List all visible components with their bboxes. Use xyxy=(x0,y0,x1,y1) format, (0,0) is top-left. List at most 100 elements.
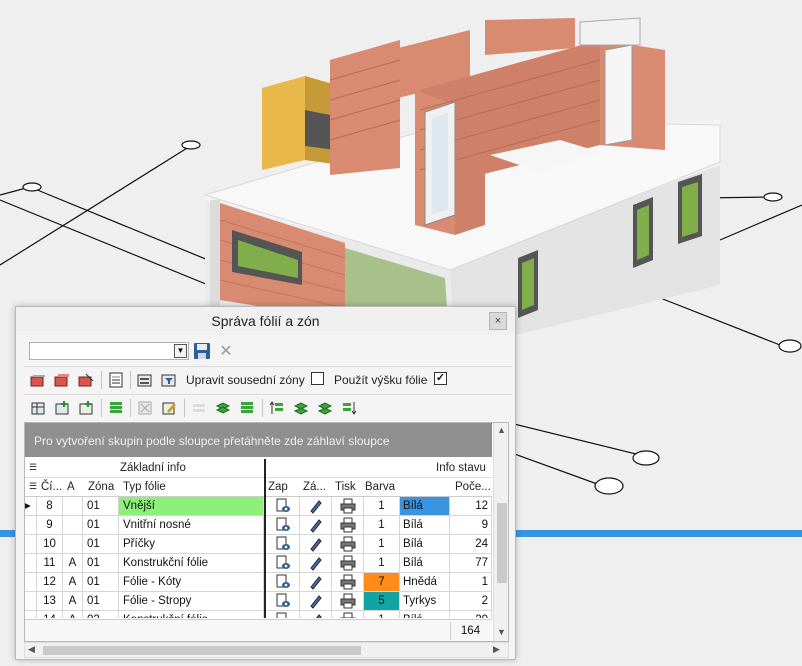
total-count: 164 xyxy=(450,622,490,640)
copy-layer-button[interactable] xyxy=(52,370,72,390)
col-zona[interactable]: Zóna xyxy=(88,481,114,493)
cell-barva-num: 1 xyxy=(364,611,400,618)
col-a[interactable]: A xyxy=(67,481,75,493)
layer-stack-button[interactable] xyxy=(106,398,126,418)
toolbar-layers: Upravit sousední zóny Použít výšku fólie… xyxy=(24,366,512,392)
scroll-left-icon[interactable]: ◀ xyxy=(28,644,35,655)
col-barva[interactable]: Barva xyxy=(365,481,395,493)
band-menu-icon[interactable]: ☰ xyxy=(29,462,37,473)
col-za[interactable]: Zá... xyxy=(303,481,326,493)
cell-za[interactable] xyxy=(300,497,332,515)
cell-barva-name: Hnědá xyxy=(400,573,450,591)
adjacent-zones-checkbox[interactable] xyxy=(311,372,324,385)
add-zone-button[interactable] xyxy=(52,398,72,418)
layer-off-button-disabled[interactable] xyxy=(189,398,209,418)
cell-cislo: 13 xyxy=(37,592,63,610)
layer-properties-button[interactable] xyxy=(135,370,155,390)
col-cislo[interactable]: Čí... xyxy=(41,481,62,493)
cell-barva-num: 7 xyxy=(364,573,400,591)
preset-select[interactable]: ▼ xyxy=(29,342,189,360)
layer-zone-manager-dialog: Správa fólií a zón × ▼ ✕ Upravit sousedn… xyxy=(15,306,516,660)
move-down-button[interactable] xyxy=(315,398,335,418)
cell-za[interactable] xyxy=(300,592,332,610)
move-bottom-button[interactable] xyxy=(339,398,359,418)
cell-a xyxy=(63,535,83,553)
scroll-up-icon[interactable]: ▲ xyxy=(497,425,506,435)
cell-zap[interactable] xyxy=(266,611,300,618)
move-up-button[interactable] xyxy=(291,398,311,418)
horizontal-scroll-thumb[interactable] xyxy=(43,646,361,655)
printer-icon xyxy=(340,593,356,609)
layers-on-button[interactable] xyxy=(213,398,233,418)
cell-tisk[interactable] xyxy=(332,592,364,610)
save-icon[interactable] xyxy=(193,342,211,360)
remove-button-disabled[interactable] xyxy=(135,398,155,418)
col-tisk[interactable]: Tisk xyxy=(335,481,356,493)
table-row[interactable]: ▸ 8 01 Vnější 1 Bílá 12 xyxy=(25,497,492,516)
move-top-button[interactable] xyxy=(267,398,287,418)
cell-za[interactable] xyxy=(300,611,332,618)
cell-zap[interactable] xyxy=(266,535,300,553)
cell-za[interactable] xyxy=(300,573,332,591)
cell-za[interactable] xyxy=(300,535,332,553)
layers-all-button[interactable] xyxy=(237,398,257,418)
close-button[interactable]: × xyxy=(489,312,507,330)
layer-filter-button[interactable] xyxy=(159,370,179,390)
table-row[interactable]: 10 01 Příčky 1 Bílá 24 xyxy=(25,535,492,554)
zone-table-button[interactable] xyxy=(28,398,48,418)
vertical-scroll-thumb[interactable] xyxy=(497,503,507,583)
table-row[interactable]: 12 A 01 Fólie - Kóty 7 Hnědá 1 xyxy=(25,573,492,592)
table-row[interactable]: 9 01 Vnitřní nosné 1 Bílá 9 xyxy=(25,516,492,535)
row-indicator xyxy=(25,516,37,534)
column-menu-icon[interactable]: ☰ xyxy=(29,481,37,492)
horizontal-scrollbar[interactable]: ◀ ▶ xyxy=(24,642,509,658)
cell-zap[interactable] xyxy=(266,554,300,572)
cell-zap[interactable] xyxy=(266,516,300,534)
printer-icon xyxy=(340,555,356,571)
group-by-panel[interactable]: Pro vytvoření skupin podle sloupce přetá… xyxy=(25,423,492,457)
cell-tisk[interactable] xyxy=(332,554,364,572)
cell-tisk[interactable] xyxy=(332,611,364,618)
cell-cislo: 9 xyxy=(37,516,63,534)
table-row[interactable]: 11 A 01 Konstrukční fólie 1 Bílá 77 xyxy=(25,554,492,573)
table-row[interactable]: 13 A 01 Fólie - Stropy 5 Tyrkys 2 xyxy=(25,592,492,611)
pen-icon xyxy=(310,576,322,590)
layer-list-button[interactable] xyxy=(106,370,126,390)
cell-pocet: 9 xyxy=(450,516,492,534)
scroll-down-icon[interactable]: ▼ xyxy=(497,627,506,637)
vertical-scrollbar[interactable]: ▲ ▼ xyxy=(493,423,508,641)
cancel-icon[interactable]: ✕ xyxy=(217,341,235,360)
layers-all-icon xyxy=(241,402,253,413)
band-basic-info[interactable]: Základní info xyxy=(120,462,186,474)
cell-tisk[interactable] xyxy=(332,573,364,591)
cell-zap[interactable] xyxy=(266,573,300,591)
delete-layer-button[interactable] xyxy=(76,370,96,390)
table-row[interactable]: 14A02Konstrukční fólie 1Bílá20 xyxy=(25,611,492,618)
use-layer-height-checkbox[interactable]: ✓ xyxy=(434,372,447,385)
cell-tisk[interactable] xyxy=(332,497,364,515)
pen-icon xyxy=(310,500,322,514)
cell-zap[interactable] xyxy=(266,592,300,610)
dialog-titlebar[interactable]: Správa fólií a zón × xyxy=(16,307,515,335)
cell-pocet: 20 xyxy=(450,611,492,618)
cell-pocet: 12 xyxy=(450,497,492,515)
chevron-down-icon[interactable]: ▼ xyxy=(174,344,187,358)
move-up-icon xyxy=(293,402,309,415)
dialog-title: Správa fólií a zón xyxy=(211,313,320,329)
cell-tisk[interactable] xyxy=(332,516,364,534)
edit-zone-button[interactable] xyxy=(159,398,179,418)
new-layer-button[interactable] xyxy=(28,370,48,390)
band-status-info[interactable]: Info stavu xyxy=(436,462,486,474)
add-zone-group-button[interactable] xyxy=(76,398,96,418)
cell-zap[interactable] xyxy=(266,497,300,515)
cell-barva-num: 1 xyxy=(364,554,400,572)
visibility-icon xyxy=(276,517,290,531)
col-pocet[interactable]: Poče... xyxy=(455,481,491,493)
col-typ-folie[interactable]: Typ fólie xyxy=(123,481,166,493)
scroll-right-icon[interactable]: ▶ xyxy=(493,644,500,655)
cell-za[interactable] xyxy=(300,516,332,534)
cell-za[interactable] xyxy=(300,554,332,572)
visibility-icon xyxy=(276,593,290,607)
cell-tisk[interactable] xyxy=(332,535,364,553)
col-zap[interactable]: Zap xyxy=(268,481,288,493)
